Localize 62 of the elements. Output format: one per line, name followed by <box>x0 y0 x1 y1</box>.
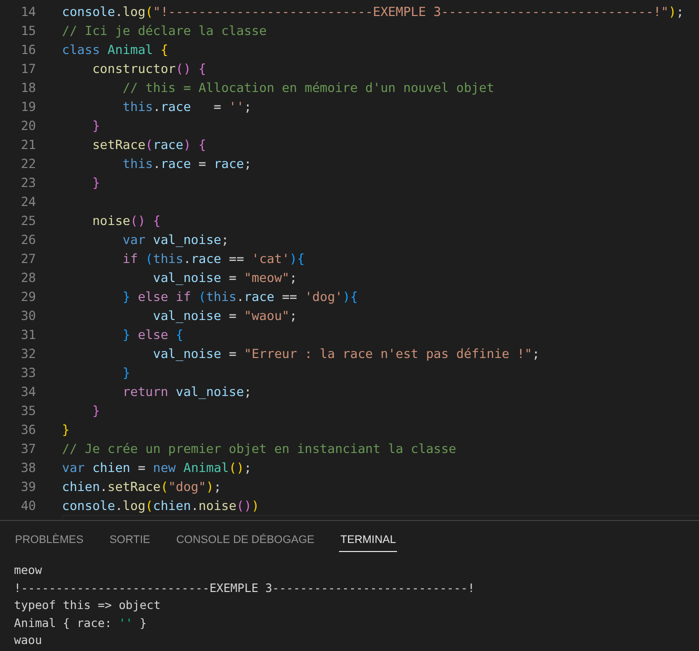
line-number: 27 <box>20 251 37 266</box>
line-number: 39 <box>20 479 37 494</box>
code-line: chien.setRace("dog"); <box>62 478 222 496</box>
line-number: 32 <box>20 346 37 361</box>
code-line: // Ici je déclare la classe <box>62 22 267 40</box>
code-line: // this = Allocation en mémoire d'un nouvel objet <box>122 79 494 97</box>
code-line: console.log(chien.noise()) <box>62 497 260 515</box>
line-number: 17 <box>20 61 37 76</box>
line-number: 31 <box>20 327 37 342</box>
code-line: constructor() { <box>91 60 206 78</box>
code-line: if (this.race == 'cat'){ <box>122 250 305 268</box>
line-number: 20 <box>20 118 37 133</box>
code-line: return val_noise; <box>122 383 252 401</box>
line-number: 21 <box>20 137 37 152</box>
line-number: 26 <box>20 232 37 247</box>
line-number: 22 <box>20 156 37 171</box>
panel-tab[interactable]: SORTIE <box>108 533 152 552</box>
terminal-output-line: Animal { race: '' } <box>14 614 148 632</box>
line-number: 34 <box>20 384 37 399</box>
line-number: 33 <box>20 365 37 380</box>
code-line: val_noise = "Erreur : la race n'est pas définie !"; <box>152 345 540 363</box>
line-number: 28 <box>20 270 37 285</box>
line-number: 30 <box>20 308 37 323</box>
code-line: } <box>122 364 130 382</box>
terminal-output-line: meow <box>14 562 43 579</box>
code-line: val_noise = "meow"; <box>152 269 298 287</box>
line-number: 37 <box>20 441 37 456</box>
code-line: this.race = ''; <box>122 98 252 116</box>
code-line: this.race = race; <box>122 155 252 173</box>
code-line: } <box>62 421 70 439</box>
code-line: } <box>91 117 100 135</box>
line-number: 14 <box>20 4 37 19</box>
code-line: noise() { <box>91 212 161 230</box>
code-line: } else { <box>122 326 184 344</box>
code-line: val_noise = "waou"; <box>152 307 298 325</box>
line-number: 29 <box>20 289 37 304</box>
line-number: 36 <box>20 422 37 437</box>
line-number: 25 <box>20 213 37 228</box>
line-number: 18 <box>20 80 37 95</box>
code-line: class Animal { <box>62 41 168 59</box>
code-line: } else if (this.race == 'dog'){ <box>122 288 358 306</box>
terminal-output-line: waou <box>14 632 43 649</box>
panel-tab[interactable]: PROBLÈMES <box>14 533 84 552</box>
code-line: var val_noise; <box>122 231 229 249</box>
line-number: 23 <box>20 175 37 190</box>
panel-tab[interactable]: CONSOLE DE DÉBOGAGE <box>175 533 316 552</box>
panel-tab[interactable]: TERMINAL <box>339 533 398 552</box>
code-line: } <box>91 402 100 420</box>
line-number: 16 <box>20 42 37 57</box>
line-number: 40 <box>20 498 37 513</box>
code-line: setRace(race) { <box>91 136 206 154</box>
terminal-output-line: !---------------------------EXEMPLE 3----------------------------! <box>14 580 476 596</box>
terminal-output-line: typeof this => object <box>14 597 162 614</box>
code-line: } <box>91 174 100 192</box>
line-number: 19 <box>20 99 37 114</box>
line-number: 24 <box>20 194 37 209</box>
line-number: 38 <box>20 460 37 475</box>
code-line: var chien = new Animal(); <box>62 459 252 477</box>
code-line: console.log("!---------------------------EXEMPLE 3----------------------------!"); <box>62 3 684 21</box>
code-line: // Je crée un premier objet en instanciant la classe <box>62 440 456 458</box>
line-number: 35 <box>20 403 37 418</box>
line-number: 15 <box>20 23 37 38</box>
